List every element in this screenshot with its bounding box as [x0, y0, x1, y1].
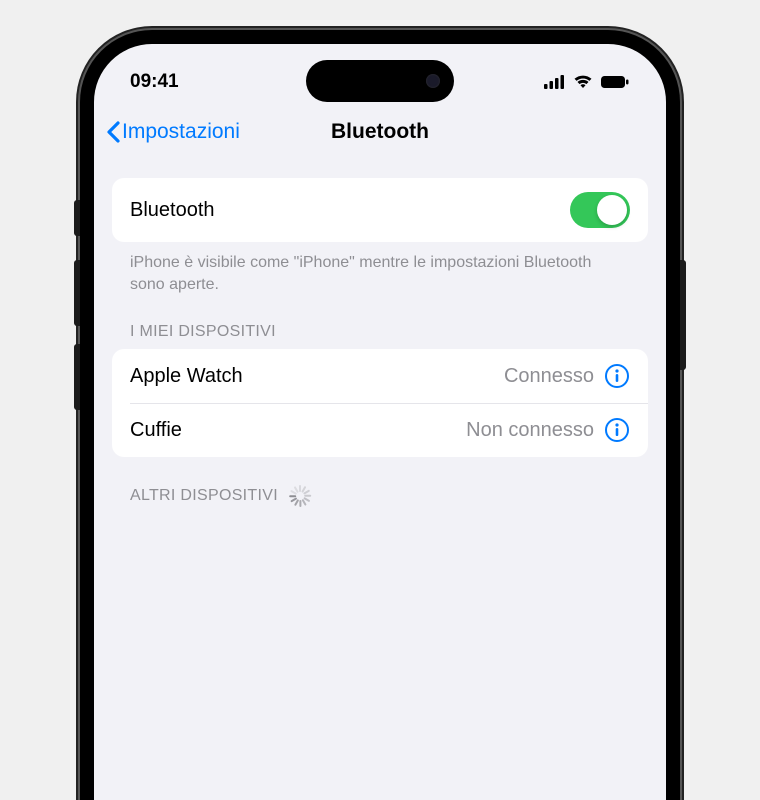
dynamic-island [306, 60, 454, 102]
content-area: Bluetooth iPhone è visibile come "iPhone… [94, 158, 666, 515]
front-camera [426, 74, 440, 88]
device-row[interactable]: Apple Watch Connesso [112, 349, 648, 403]
my-devices-header: I MIEI DISPOSITIVI [112, 295, 648, 349]
back-label: Impostazioni [122, 120, 240, 144]
phone-frame: 09:41 [80, 30, 680, 800]
status-time: 09:41 [130, 71, 179, 93]
device-row[interactable]: Cuffie Non connesso [112, 403, 648, 457]
chevron-left-icon [106, 121, 120, 143]
bluetooth-toggle-group: Bluetooth [112, 178, 648, 242]
navigation-bar: Impostazioni Bluetooth [94, 106, 666, 158]
my-devices-list: Apple Watch Connesso Cuffie Non connesso [112, 349, 648, 457]
info-icon[interactable] [604, 417, 630, 443]
wifi-icon [573, 75, 593, 89]
page-title: Bluetooth [331, 120, 429, 144]
device-status: Non connesso [466, 419, 594, 442]
info-icon[interactable] [604, 363, 630, 389]
screen: 09:41 [94, 44, 666, 800]
device-name: Cuffie [130, 419, 182, 442]
bluetooth-toggle-row: Bluetooth [112, 178, 648, 242]
bluetooth-toggle-label: Bluetooth [130, 199, 215, 222]
toggle-knob [597, 195, 627, 225]
spinner-icon [288, 485, 310, 507]
other-devices-header: ALTRI DISPOSITIVI [112, 457, 648, 515]
device-name: Apple Watch [130, 365, 243, 388]
device-status: Connesso [504, 365, 594, 388]
bluetooth-toggle[interactable] [570, 192, 630, 228]
visibility-note: iPhone è visibile come "iPhone" mentre l… [112, 242, 648, 295]
other-devices-label: ALTRI DISPOSITIVI [130, 487, 278, 505]
hardware-button-power [680, 260, 686, 370]
back-button[interactable]: Impostazioni [106, 120, 240, 144]
battery-icon [600, 75, 630, 89]
hardware-buttons-left [74, 200, 80, 428]
cellular-icon [544, 75, 566, 89]
